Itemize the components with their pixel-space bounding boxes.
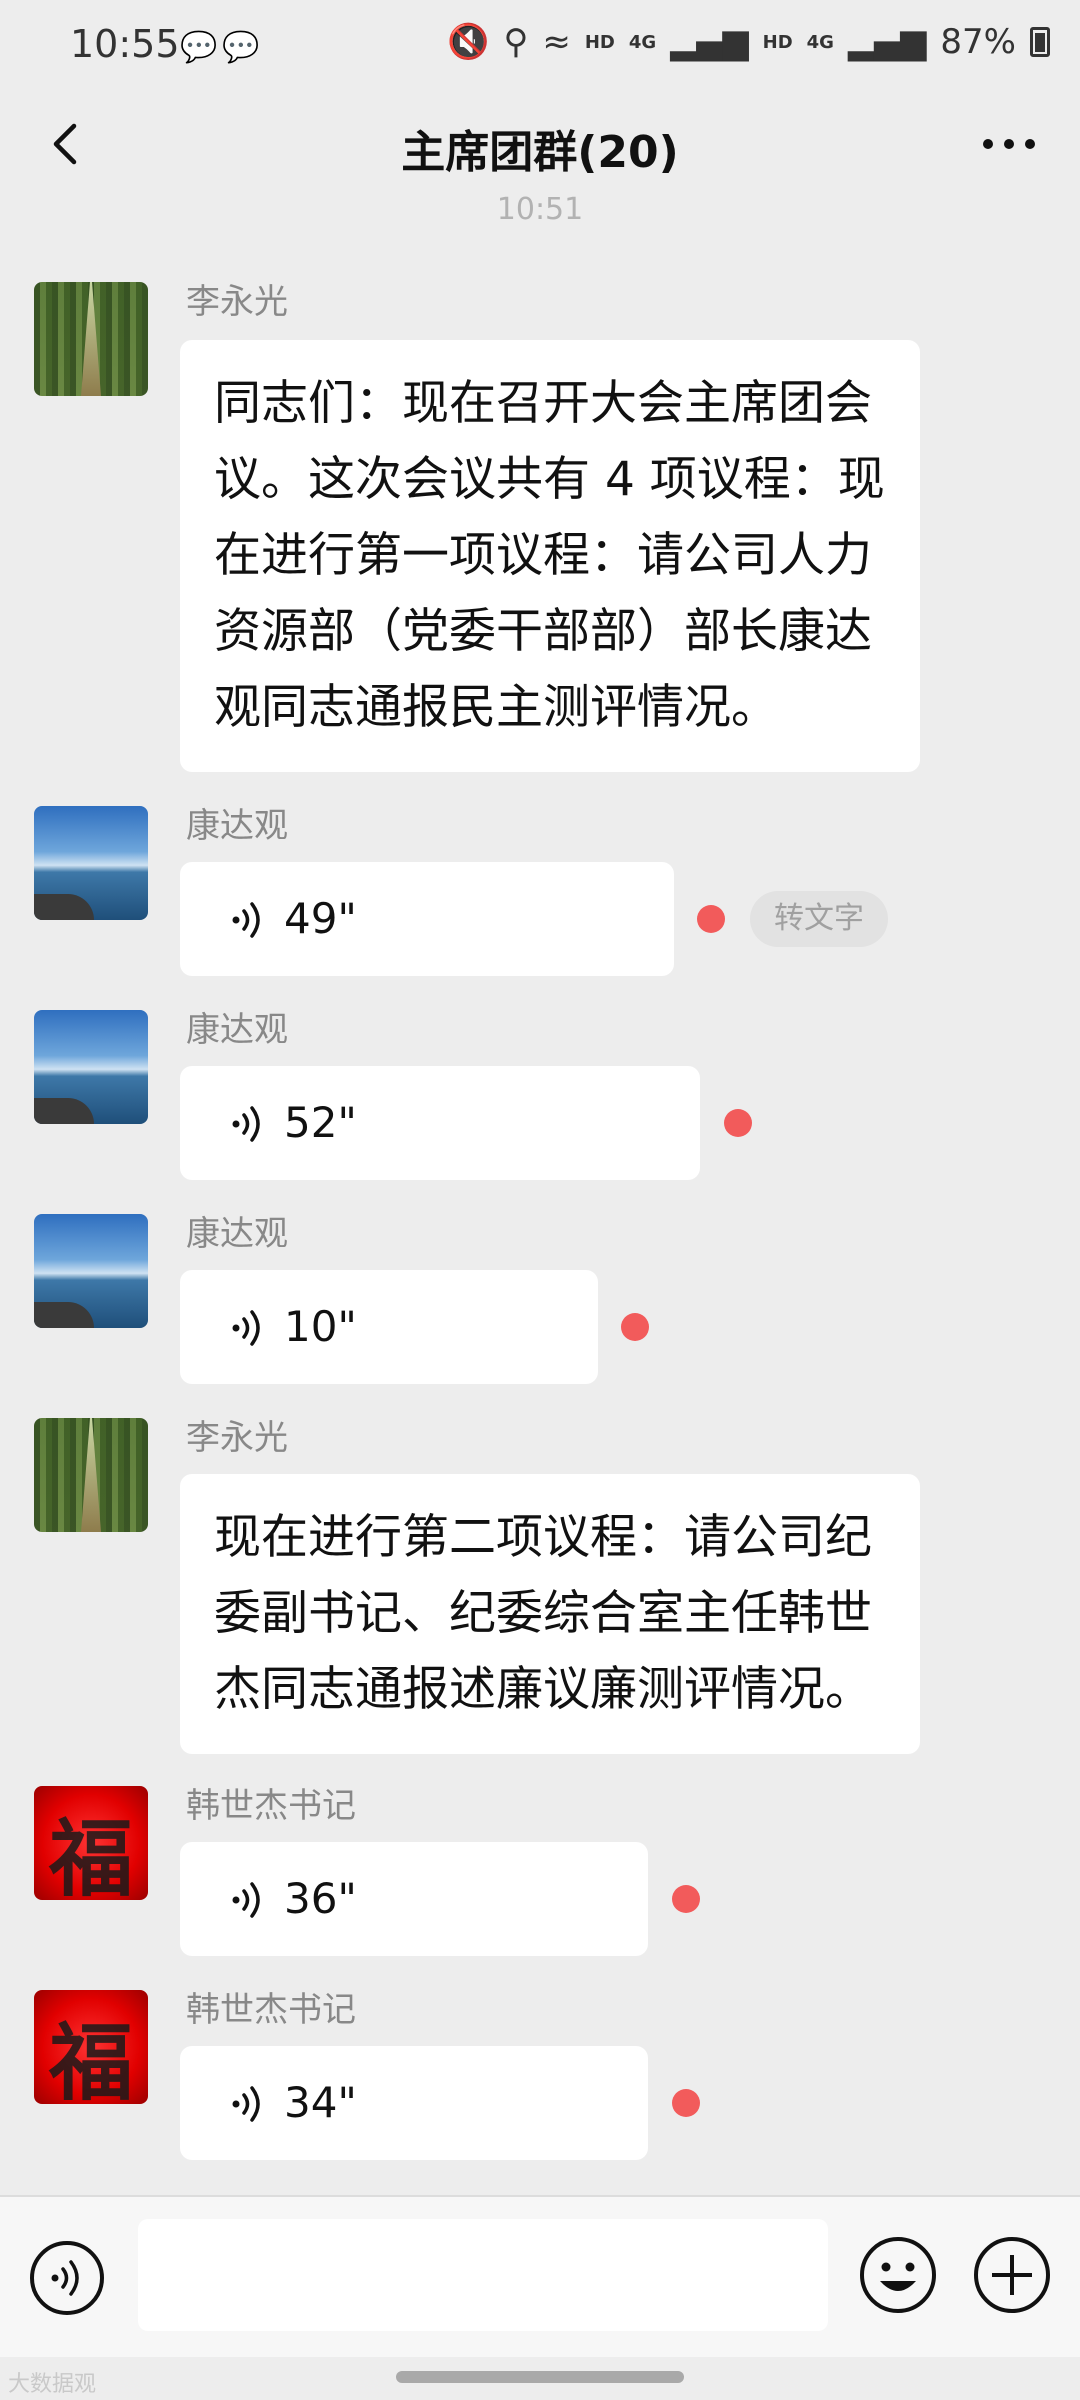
avatar[interactable] [34,1418,148,1532]
voice-wave-icon [232,902,260,938]
voice-duration: 49" [284,894,357,943]
sender-name: 韩世杰书记 [186,1990,356,2030]
status-icons: 🔇 ⚲ ≈ HD 4G ▂▄▆ HD 4G ▂▄▆ 87% [447,22,1050,62]
battery-percent: 87% [940,22,1016,62]
battery-icon [1030,27,1050,57]
text-bubble[interactable]: 同志们：现在召开大会主席团会议。这次会议共有 4 项议程：现在进行第一项议程：请… [180,340,920,772]
unread-dot [621,1313,649,1341]
more-options-icon[interactable] [974,114,1044,174]
voice-duration: 36" [284,1874,357,1923]
hd-label-1: HD [584,31,615,53]
emoji-icon[interactable] [858,2235,938,2315]
convert-to-text-button[interactable]: 转文字 [750,891,888,947]
voice-message-bubble[interactable]: 10" [180,1270,598,1384]
unread-dot [724,1109,752,1137]
message-text: 现在进行第二项议程：请公司纪委副书记、纪委综合室主任韩世杰同志通报述廉议廉测评情… [214,1510,872,1717]
plus-icon[interactable] [972,2235,1052,2315]
avatar[interactable]: 福 [34,1990,148,2104]
voice-duration: 34" [284,2078,357,2127]
message-timestamp: 10:51 [496,192,584,227]
voice-message-bubble[interactable]: 36" [180,1842,648,1956]
chat-title: 主席团群(20) [401,127,679,178]
message-input[interactable] [138,2219,828,2331]
chat-notification-icon: 💬 [180,30,218,65]
sender-name: 李永光 [186,1418,288,1458]
voice-message-bubble[interactable]: 34" [180,2046,648,2160]
avatar[interactable] [34,1214,148,1328]
avatar[interactable] [34,282,148,396]
voice-duration: 10" [284,1302,357,1351]
signal-icon-1: ▂▄▆ [670,22,749,62]
wifi-icon: ≈ [542,22,571,62]
voice-wave-icon [232,1106,260,1142]
status-bar: 10:55 💬 💬 🔇 ⚲ ≈ HD 4G ▂▄▆ HD 4G ▂▄▆ 87% [0,0,1080,92]
chat-input-bar [0,2195,1080,2357]
status-time: 10:55 [70,22,180,66]
voice-wave-icon [232,1310,260,1346]
avatar[interactable]: 福 [34,1786,148,1900]
home-indicator [396,2371,684,2383]
location-icon: ⚲ [503,22,529,62]
voice-wave-icon [232,1882,260,1918]
sender-name: 康达观 [186,806,288,846]
message-text: 同志们：现在召开大会主席团会议。这次会议共有 4 项议程：现在进行第一项议程：请… [214,376,885,735]
sender-name: 康达观 [186,1214,288,1254]
watermark-text: 大数据观 [8,2372,97,2397]
unread-dot [672,2089,700,2117]
unread-dot [672,1885,700,1913]
sender-name: 李永光 [186,282,288,322]
sender-name: 韩世杰书记 [186,1786,356,1826]
avatar[interactable] [34,1010,148,1124]
voice-wave-icon [232,2086,260,2122]
hd-label-2: HD [762,31,793,53]
network-label-2: 4G [806,31,834,53]
avatar[interactable] [34,806,148,920]
unread-dot [697,905,725,933]
text-bubble[interactable]: 现在进行第二项议程：请公司纪委副书记、纪委综合室主任韩世杰同志通报述廉议廉测评情… [180,1474,920,1754]
voice-message-bubble[interactable]: 49" [180,862,674,976]
chat-notification-icon-2: 💬 [222,30,260,65]
voice-input-icon[interactable] [28,2239,106,2317]
mute-icon: 🔇 [447,22,490,62]
sender-name: 康达观 [186,1010,288,1050]
voice-message-bubble[interactable]: 52" [180,1066,700,1180]
chat-header: 主席团群(20) [0,92,1080,202]
network-label-1: 4G [628,31,657,53]
voice-duration: 52" [284,1098,357,1147]
signal-icon-2: ▂▄▆ [847,22,927,62]
